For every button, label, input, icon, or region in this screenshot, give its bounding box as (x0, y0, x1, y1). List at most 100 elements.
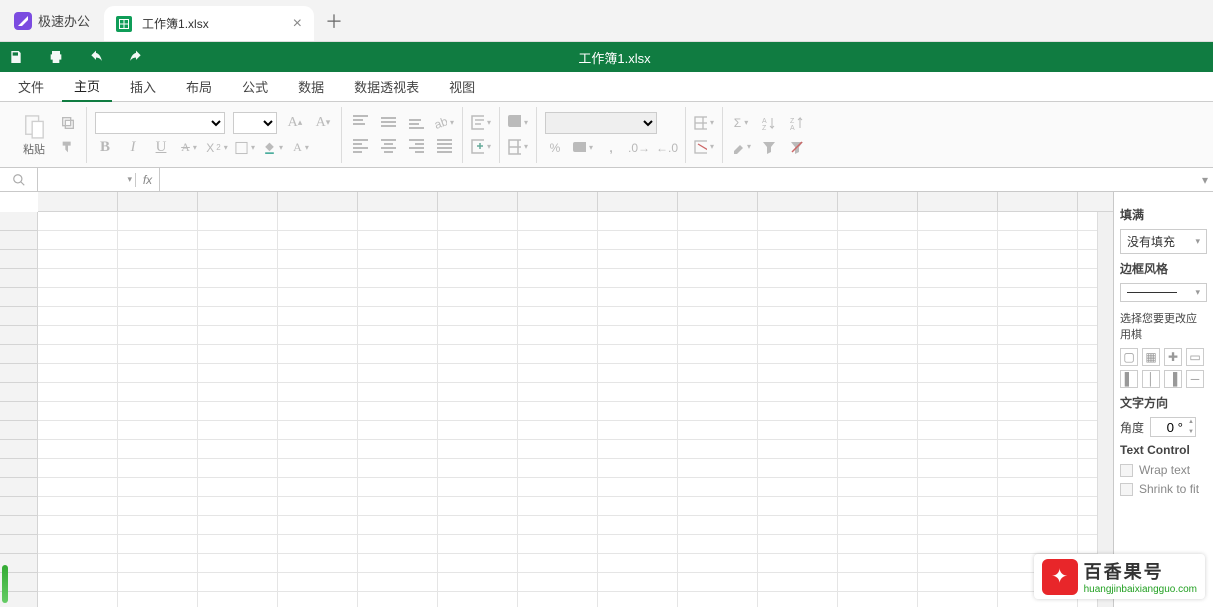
column-headers[interactable] (38, 192, 1113, 212)
justify-icon[interactable] (434, 137, 454, 157)
border-style-select[interactable]: ▾ (1120, 283, 1207, 302)
number-format-group (500, 107, 537, 163)
wrap-text-icon[interactable] (471, 113, 491, 133)
orientation-icon[interactable]: ab (434, 113, 454, 133)
menu-7[interactable]: 视图 (437, 72, 487, 101)
filter-icon[interactable] (759, 137, 779, 157)
align-left-icon[interactable] (350, 137, 370, 157)
align-top-icon[interactable] (350, 113, 370, 133)
vertical-scrollbar[interactable] (1097, 212, 1113, 607)
row-headers[interactable] (0, 212, 38, 607)
fill-color-icon[interactable] (263, 138, 283, 158)
spreadsheet-grid[interactable] (0, 192, 1113, 607)
font-group: A▴ A▾ B I U A X2 A (87, 107, 342, 163)
border-vertical-icon[interactable]: │ (1142, 370, 1160, 388)
format-painter-icon[interactable] (58, 137, 78, 157)
svg-text:A: A (790, 125, 795, 130)
sort-asc-icon[interactable]: AZ (759, 113, 779, 133)
border-inner-icon[interactable]: ▦ (1142, 348, 1160, 366)
align-bottom-icon[interactable] (406, 113, 426, 133)
accounting-icon[interactable] (573, 138, 593, 158)
decrease-font-icon[interactable]: A▾ (313, 113, 333, 133)
close-icon[interactable]: × (293, 15, 302, 33)
menu-1[interactable]: 主页 (62, 71, 112, 102)
autosum-icon[interactable]: Σ (731, 113, 751, 133)
border-cross-icon[interactable]: ✚ (1164, 348, 1182, 366)
cells-group (686, 107, 723, 163)
insert-cells-icon[interactable] (694, 113, 714, 133)
watermark: ✦ 百香果号 huangjinbaixiangguo.com (1034, 554, 1205, 599)
svg-text:A: A (762, 118, 767, 125)
align-right-icon[interactable] (406, 137, 426, 157)
increase-font-icon[interactable]: A▴ (285, 113, 305, 133)
menu-6[interactable]: 数据透视表 (342, 72, 431, 101)
clear-icon[interactable] (731, 137, 751, 157)
angle-down-icon[interactable]: ▼ (1186, 427, 1196, 437)
fx-label[interactable]: fx (136, 168, 160, 191)
font-family-select[interactable] (95, 112, 225, 134)
alignment-group: ab (342, 107, 463, 163)
document-title: 工作簿1.xlsx (144, 48, 1085, 67)
paste-button[interactable]: 粘贴 (16, 110, 52, 160)
paste-label: 粘贴 (23, 141, 45, 157)
increase-decimal-icon[interactable]: .0→ (629, 138, 649, 158)
delete-cells-icon[interactable] (694, 137, 714, 157)
watermark-logo-icon: ✦ (1042, 559, 1078, 595)
print-icon[interactable] (48, 49, 64, 65)
document-tab[interactable]: 工作簿1.xlsx × (104, 6, 314, 41)
border-outline-icon[interactable]: ▢ (1120, 348, 1138, 366)
undo-icon[interactable] (88, 50, 104, 64)
decrease-decimal-icon[interactable]: ←.0 (657, 138, 677, 158)
watermark-title: 百香果号 (1084, 558, 1197, 584)
insert-function-badge-icon[interactable] (508, 113, 528, 133)
menu-0[interactable]: 文件 (6, 72, 56, 101)
border-right-icon[interactable]: ▐ (1164, 370, 1182, 388)
editing-group: Σ AZ ZA (723, 107, 815, 163)
redo-icon[interactable] (128, 50, 144, 64)
name-box[interactable] (38, 173, 136, 187)
comma-style-icon[interactable]: , (601, 138, 621, 158)
subscript-icon[interactable]: X2 (207, 138, 227, 158)
border-none-icon[interactable]: ▭ (1186, 348, 1204, 366)
border-left-icon[interactable]: ▌ (1120, 370, 1138, 388)
angle-up-icon[interactable]: ▲ (1186, 417, 1196, 427)
borders-icon[interactable] (235, 138, 255, 158)
find-icon[interactable] (0, 168, 38, 191)
wrap-text-checkbox[interactable]: Wrap text (1120, 463, 1207, 477)
expand-formula-icon[interactable]: ▾ (1197, 173, 1213, 187)
quick-access-bar: 工作簿1.xlsx (0, 42, 1213, 72)
named-range-icon[interactable] (508, 137, 528, 157)
number-format-select[interactable] (545, 112, 657, 134)
align-middle-icon[interactable] (378, 113, 398, 133)
clear-filter-icon[interactable] (787, 137, 807, 157)
bold-icon[interactable]: B (95, 138, 115, 158)
merge-cells-icon[interactable] (471, 137, 491, 157)
font-size-select[interactable] (233, 112, 277, 134)
strikethrough-icon[interactable]: A (179, 138, 199, 158)
save-icon[interactable] (8, 49, 24, 65)
new-tab-button[interactable]: ＋ (314, 0, 354, 41)
shrink-to-fit-checkbox[interactable]: Shrink to fit (1120, 482, 1207, 496)
menu-2[interactable]: 插入 (118, 72, 168, 101)
underline-icon[interactable]: U (151, 138, 171, 158)
sort-desc-icon[interactable]: ZA (787, 113, 807, 133)
app-brand: 极速办公 (0, 0, 104, 41)
status-indicator (2, 565, 8, 603)
app-brand-text: 极速办公 (38, 11, 90, 30)
text-control-heading: Text Control (1120, 443, 1207, 457)
border-horizontal-icon[interactable]: ─ (1186, 370, 1204, 388)
border-pick-label: 选择您要更改应用棋 (1120, 310, 1207, 342)
watermark-url: huangjinbaixiangguo.com (1084, 584, 1197, 595)
tab-label: 工作簿1.xlsx (142, 15, 283, 32)
angle-label: 角度 (1120, 419, 1144, 436)
copy-icon[interactable] (58, 113, 78, 133)
menu-3[interactable]: 布局 (174, 72, 224, 101)
menu-4[interactable]: 公式 (230, 72, 280, 101)
fill-select[interactable]: 没有填充▾ (1120, 229, 1207, 254)
align-center-icon[interactable] (378, 137, 398, 157)
font-color-icon[interactable]: A (291, 138, 311, 158)
formula-input[interactable] (160, 168, 1197, 191)
menu-5[interactable]: 数据 (286, 72, 336, 101)
italic-icon[interactable]: I (123, 138, 143, 158)
percent-icon[interactable]: % (545, 138, 565, 158)
